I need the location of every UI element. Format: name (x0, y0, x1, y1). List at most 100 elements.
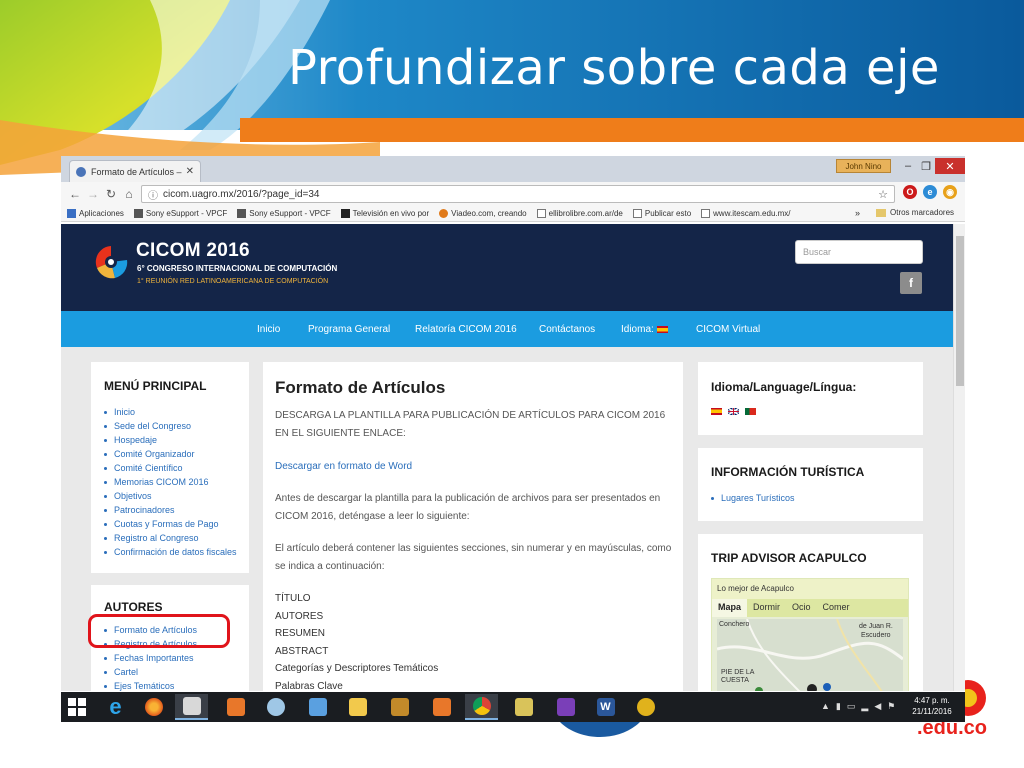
bookmark-item[interactable]: Publicar esto (632, 209, 691, 218)
map-tab-dormir[interactable]: Dormir (747, 599, 786, 617)
forward-arrow-icon[interactable]: → (85, 186, 101, 202)
taskbar-app[interactable] (383, 694, 416, 720)
download-word-link[interactable]: Descargar en formato de Word (275, 458, 412, 476)
bookmark-item[interactable]: Sony eSupport - VPCF (237, 209, 331, 218)
taskbar-app[interactable] (219, 694, 252, 720)
minimize-icon[interactable]: – (899, 158, 917, 174)
nav-contactanos[interactable]: Contáctanos (539, 311, 595, 347)
site-logo-subtitle: 6° CONGRESO INTERNACIONAL DE COMPUTACIÓN (137, 264, 338, 273)
reload-icon[interactable]: ↻ (103, 186, 119, 202)
bookmark-star-icon[interactable]: ☆ (878, 188, 888, 201)
map-canvas[interactable]: Conchero de Juan R. Escudero PIE DE LA C… (717, 619, 903, 691)
tourism-item-lugares[interactable]: Lugares Turísticos (711, 491, 795, 505)
site-logo-title[interactable]: CICOM 2016 (136, 240, 250, 262)
url-text: cicom.uagro.mx/2016/?page_id=34 (163, 188, 320, 200)
portugal-flag-icon[interactable] (745, 408, 756, 415)
bookmark-item[interactable]: Sony eSupport - VPCF (133, 209, 227, 218)
tourism-box: INFORMACIÓN TURÍSTICA Lugares Turísticos (698, 448, 923, 521)
taskbar-explorer[interactable] (341, 694, 374, 720)
volume-icon[interactable]: ◀ (874, 701, 881, 712)
menu-item-objetivos[interactable]: Objetivos (104, 489, 237, 503)
menu-item-inicio[interactable]: Inicio (104, 405, 237, 419)
nav-idioma[interactable]: Idioma: (621, 311, 668, 347)
info-icon[interactable]: ⓘ (148, 187, 158, 202)
taskbar-app[interactable] (301, 694, 334, 720)
menu-extension-icon[interactable]: ◉ (943, 185, 957, 199)
taskbar-ie[interactable]: e (99, 694, 132, 720)
other-bookmarks-button[interactable]: Otros marcadores (876, 208, 954, 217)
author-item-fechas[interactable]: Fechas Importantes (104, 651, 197, 665)
nav-programa-general[interactable]: Programa General (308, 311, 390, 347)
main-menu-title: MENÚ PRINCIPAL (104, 379, 207, 393)
tab-close-icon[interactable]: ✕ (186, 166, 194, 177)
taskbar-app[interactable] (629, 694, 662, 720)
menu-item-sede[interactable]: Sede del Congreso (104, 419, 237, 433)
tripadvisor-widget: Lo mejor de Acapulco Mapa Dormir Ocio Co… (711, 578, 909, 691)
windows-start-icon[interactable] (68, 698, 86, 716)
map-tab-ocio[interactable]: Ocio (786, 599, 817, 617)
taskbar-word[interactable]: W (589, 694, 622, 720)
network-icon[interactable]: ▮ (836, 701, 841, 712)
maximize-icon[interactable]: ❐ (917, 158, 935, 174)
opera-extension-icon[interactable]: O (903, 185, 917, 199)
tab-formato-articulos[interactable]: Formato de Artículos – C ✕ (69, 160, 201, 182)
tray-overflow-icon[interactable]: ▲ (821, 701, 830, 712)
translate-extension-icon[interactable]: e (923, 185, 937, 199)
windows-taskbar: e W ▲ ▮ ▭ ▂ ◀ ⚑ 4:47 p. m. 21/11/2016 (61, 692, 965, 722)
taskbar-clock[interactable]: 4:47 p. m. 21/11/2016 (905, 695, 959, 717)
bookmark-apps[interactable]: Aplicaciones (67, 209, 124, 218)
tripadvisor-box: TRIP ADVISOR ACAPULCO Lo mejor de Acapul… (698, 534, 923, 691)
language-flags (711, 408, 762, 415)
menu-item-comite-organizador[interactable]: Comité Organizador (104, 447, 237, 461)
taskbar-app[interactable] (425, 694, 458, 720)
bookmarks-overflow-button[interactable]: » (855, 208, 860, 218)
menu-item-cuotas[interactable]: Cuotas y Formas de Pago (104, 517, 237, 531)
site-favicon-icon (76, 166, 86, 177)
taskbar-firefox[interactable] (137, 694, 170, 720)
taskbar-app[interactable] (507, 694, 540, 720)
menu-item-comite-cientifico[interactable]: Comité Científico (104, 461, 237, 475)
taskbar-app[interactable] (259, 694, 292, 720)
spain-flag-icon (656, 325, 668, 333)
map-tab-mapa[interactable]: Mapa (712, 599, 748, 617)
taskbar-app[interactable] (549, 694, 582, 720)
menu-item-hospedaje[interactable]: Hospedaje (104, 433, 237, 447)
bookmark-item[interactable]: Viadeo.com, creando (439, 209, 527, 218)
authors-title: AUTORES (104, 600, 163, 614)
nav-relatoria[interactable]: Relatoría CICOM 2016 (415, 311, 517, 347)
spain-flag-icon[interactable] (711, 408, 722, 415)
download-instructions: DESCARGA LA PLANTILLA PARA PUBLICACIÓN D… (275, 410, 666, 439)
bookmark-item[interactable]: Televisión en vivo por (340, 209, 429, 218)
language-box: Idioma/Language/Língua: (698, 362, 923, 435)
page-icon (701, 209, 711, 218)
author-item-cartel[interactable]: Cartel (104, 665, 197, 679)
taskbar-app[interactable] (175, 694, 208, 720)
battery-icon[interactable]: ▭ (847, 701, 856, 712)
page-scrollbar[interactable] (953, 224, 965, 691)
profile-chip[interactable]: John Nino (836, 159, 891, 173)
section-item: Categorías y Descriptores Temáticos (275, 663, 439, 675)
close-window-icon[interactable]: ✕ (935, 158, 965, 174)
site-search-input[interactable]: Buscar (795, 240, 923, 264)
bookmark-item[interactable]: www.itescam.edu.mx/ (701, 209, 791, 218)
author-item-ejes[interactable]: Ejes Temáticos (104, 679, 197, 691)
home-icon[interactable]: ⌂ (121, 186, 137, 202)
back-arrow-icon[interactable]: ← (67, 186, 83, 202)
menu-item-datos-fiscales[interactable]: Confirmación de datos fiscales (104, 545, 237, 559)
menu-item-registro[interactable]: Registro al Congreso (104, 531, 237, 545)
tab-label: Formato de Artículos – C (91, 166, 182, 177)
nav-inicio[interactable]: Inicio (257, 311, 280, 347)
facebook-icon[interactable]: f (900, 272, 922, 294)
uk-flag-icon[interactable] (728, 408, 739, 415)
flag-icon[interactable]: ⚑ (887, 701, 895, 712)
map-label: PIE DE LA (721, 669, 755, 676)
signal-icon[interactable]: ▂ (861, 701, 868, 712)
menu-item-memorias[interactable]: Memorias CICOM 2016 (104, 475, 237, 489)
url-input[interactable]: ⓘ cicom.uagro.mx/2016/?page_id=34 ☆ (141, 185, 895, 203)
menu-item-patrocinadores[interactable]: Patrocinadores (104, 503, 237, 517)
nav-cicom-virtual[interactable]: CICOM Virtual (696, 311, 760, 347)
map-tab-comer[interactable]: Comer (817, 599, 856, 617)
scrollbar-thumb[interactable] (956, 236, 964, 386)
bookmark-item[interactable]: ellibrolibre.com.ar/de (536, 209, 623, 218)
taskbar-chrome[interactable] (465, 694, 498, 720)
